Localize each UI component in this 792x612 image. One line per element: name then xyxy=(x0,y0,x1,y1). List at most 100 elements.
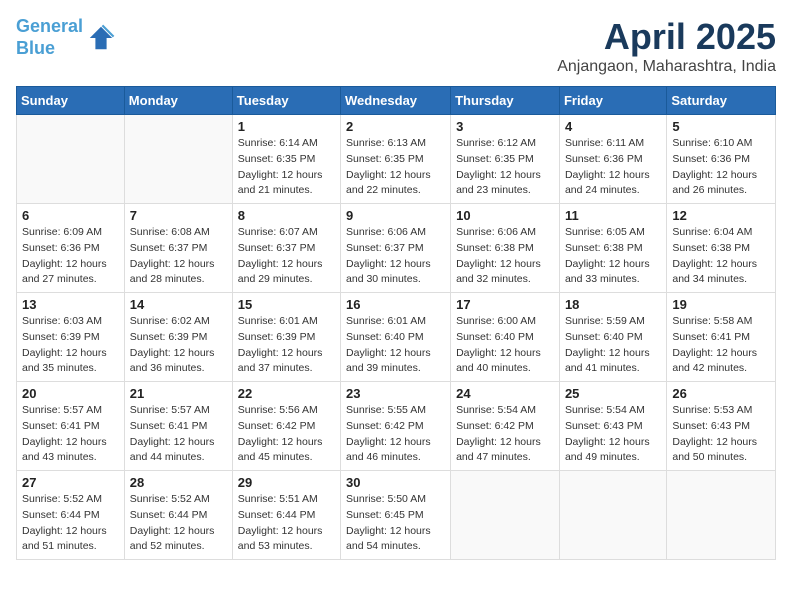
calendar-cell: 21 Sunrise: 5:57 AMSunset: 6:41 PMDayligh… xyxy=(124,382,232,471)
day-info: Sunrise: 6:13 AMSunset: 6:35 PMDaylight:… xyxy=(346,136,445,199)
week-row-3: 13Sunrise: 6:03 AMSunset: 6:39 PMDayligh… xyxy=(17,293,776,382)
calendar-cell xyxy=(124,115,232,204)
calendar-cell: 8 Sunrise: 6:07 AMSunset: 6:37 PMDaylight… xyxy=(232,204,340,293)
day-number: 8 xyxy=(238,208,335,223)
day-number: 21 xyxy=(130,386,227,401)
day-info: Sunrise: 5:55 AMSunset: 6:42 PMDaylight:… xyxy=(346,403,445,466)
day-info: Sunrise: 6:10 AMSunset: 6:36 PMDaylight:… xyxy=(672,136,770,199)
weekday-header-sunday: Sunday xyxy=(17,87,125,115)
calendar-cell: 18 Sunrise: 5:59 AMSunset: 6:40 PMDayligh… xyxy=(559,293,666,382)
day-info: Sunrise: 5:51 AMSunset: 6:44 PMDaylight:… xyxy=(238,492,335,555)
day-number: 28 xyxy=(130,475,227,490)
weekday-header-friday: Friday xyxy=(559,87,666,115)
calendar-cell: 30Sunrise: 5:50 AMSunset: 6:45 PMDayligh… xyxy=(341,471,451,560)
calendar-cell: 9 Sunrise: 6:06 AMSunset: 6:37 PMDaylight… xyxy=(341,204,451,293)
day-info: Sunrise: 5:57 AMSunset: 6:41 PMDaylight:… xyxy=(22,403,119,466)
day-number: 18 xyxy=(565,297,661,312)
logo-text: GeneralBlue xyxy=(16,16,83,59)
day-number: 24 xyxy=(456,386,554,401)
calendar-cell: 17 Sunrise: 6:00 AMSunset: 6:40 PMDayligh… xyxy=(451,293,560,382)
header: GeneralBlue April 2025 Anjangaon, Mahara… xyxy=(16,16,776,76)
day-info: Sunrise: 6:12 AMSunset: 6:35 PMDaylight:… xyxy=(456,136,554,199)
day-info: Sunrise: 5:56 AMSunset: 6:42 PMDaylight:… xyxy=(238,403,335,466)
day-info: Sunrise: 5:54 AMSunset: 6:43 PMDaylight:… xyxy=(565,403,661,466)
day-number: 29 xyxy=(238,475,335,490)
logo: GeneralBlue xyxy=(16,16,115,59)
day-info: Sunrise: 5:52 AMSunset: 6:44 PMDaylight:… xyxy=(22,492,119,555)
weekday-header-thursday: Thursday xyxy=(451,87,560,115)
weekday-header-saturday: Saturday xyxy=(667,87,776,115)
day-info: Sunrise: 6:04 AMSunset: 6:38 PMDaylight:… xyxy=(672,225,770,288)
calendar-cell: 6 Sunrise: 6:09 AMSunset: 6:36 PMDaylight… xyxy=(17,204,125,293)
calendar-cell xyxy=(667,471,776,560)
day-number: 13 xyxy=(22,297,119,312)
day-info: Sunrise: 6:02 AMSunset: 6:39 PMDaylight:… xyxy=(130,314,227,377)
day-number: 9 xyxy=(346,208,445,223)
day-number: 11 xyxy=(565,208,661,223)
day-number: 17 xyxy=(456,297,554,312)
day-number: 3 xyxy=(456,119,554,134)
calendar-table: SundayMondayTuesdayWednesdayThursdayFrid… xyxy=(16,86,776,560)
day-number: 19 xyxy=(672,297,770,312)
day-info: Sunrise: 6:07 AMSunset: 6:37 PMDaylight:… xyxy=(238,225,335,288)
calendar-cell xyxy=(17,115,125,204)
day-number: 15 xyxy=(238,297,335,312)
calendar-cell: 5 Sunrise: 6:10 AMSunset: 6:36 PMDaylight… xyxy=(667,115,776,204)
day-number: 22 xyxy=(238,386,335,401)
day-info: Sunrise: 5:54 AMSunset: 6:42 PMDaylight:… xyxy=(456,403,554,466)
day-info: Sunrise: 5:52 AMSunset: 6:44 PMDaylight:… xyxy=(130,492,227,555)
day-info: Sunrise: 6:14 AMSunset: 6:35 PMDaylight:… xyxy=(238,136,335,199)
day-info: Sunrise: 6:08 AMSunset: 6:37 PMDaylight:… xyxy=(130,225,227,288)
weekday-header-wednesday: Wednesday xyxy=(341,87,451,115)
calendar-cell: 24 Sunrise: 5:54 AMSunset: 6:42 PMDayligh… xyxy=(451,382,560,471)
calendar-cell: 2 Sunrise: 6:13 AMSunset: 6:35 PMDaylight… xyxy=(341,115,451,204)
week-row-1: 1 Sunrise: 6:14 AMSunset: 6:35 PMDaylight… xyxy=(17,115,776,204)
calendar-cell: 11 Sunrise: 6:05 AMSunset: 6:38 PMDayligh… xyxy=(559,204,666,293)
day-number: 12 xyxy=(672,208,770,223)
calendar-cell: 14 Sunrise: 6:02 AMSunset: 6:39 PMDayligh… xyxy=(124,293,232,382)
day-number: 10 xyxy=(456,208,554,223)
calendar-cell: 23 Sunrise: 5:55 AMSunset: 6:42 PMDayligh… xyxy=(341,382,451,471)
calendar-cell: 15Sunrise: 6:01 AMSunset: 6:39 PMDayligh… xyxy=(232,293,340,382)
day-number: 26 xyxy=(672,386,770,401)
day-number: 6 xyxy=(22,208,119,223)
week-row-5: 27 Sunrise: 5:52 AMSunset: 6:44 PMDayligh… xyxy=(17,471,776,560)
day-number: 23 xyxy=(346,386,445,401)
calendar-cell: 3 Sunrise: 6:12 AMSunset: 6:35 PMDaylight… xyxy=(451,115,560,204)
calendar-cell: 16Sunrise: 6:01 AMSunset: 6:40 PMDayligh… xyxy=(341,293,451,382)
day-info: Sunrise: 6:06 AMSunset: 6:37 PMDaylight:… xyxy=(346,225,445,288)
subtitle: Anjangaon, Maharashtra, India xyxy=(557,58,776,76)
day-info: Sunrise: 6:00 AMSunset: 6:40 PMDaylight:… xyxy=(456,314,554,377)
day-info: Sunrise: 6:05 AMSunset: 6:38 PMDaylight:… xyxy=(565,225,661,288)
calendar-cell: 27 Sunrise: 5:52 AMSunset: 6:44 PMDayligh… xyxy=(17,471,125,560)
day-number: 14 xyxy=(130,297,227,312)
day-info: Sunrise: 5:59 AMSunset: 6:40 PMDaylight:… xyxy=(565,314,661,377)
calendar-cell: 25Sunrise: 5:54 AMSunset: 6:43 PMDayligh… xyxy=(559,382,666,471)
calendar-cell: 12 Sunrise: 6:04 AMSunset: 6:38 PMDayligh… xyxy=(667,204,776,293)
calendar-cell xyxy=(451,471,560,560)
day-number: 5 xyxy=(672,119,770,134)
day-number: 2 xyxy=(346,119,445,134)
day-info: Sunrise: 5:57 AMSunset: 6:41 PMDaylight:… xyxy=(130,403,227,466)
day-info: Sunrise: 6:09 AMSunset: 6:36 PMDaylight:… xyxy=(22,225,119,288)
day-number: 1 xyxy=(238,119,335,134)
calendar-cell: 10 Sunrise: 6:06 AMSunset: 6:38 PMDayligh… xyxy=(451,204,560,293)
calendar-cell xyxy=(559,471,666,560)
day-number: 27 xyxy=(22,475,119,490)
title-block: April 2025 Anjangaon, Maharashtra, India xyxy=(557,16,776,76)
calendar-cell: 7 Sunrise: 6:08 AMSunset: 6:37 PMDaylight… xyxy=(124,204,232,293)
day-info: Sunrise: 6:11 AMSunset: 6:36 PMDaylight:… xyxy=(565,136,661,199)
calendar-cell: 26Sunrise: 5:53 AMSunset: 6:43 PMDayligh… xyxy=(667,382,776,471)
day-info: Sunrise: 6:06 AMSunset: 6:38 PMDaylight:… xyxy=(456,225,554,288)
day-number: 20 xyxy=(22,386,119,401)
calendar-cell: 4Sunrise: 6:11 AMSunset: 6:36 PMDaylight… xyxy=(559,115,666,204)
day-info: Sunrise: 5:58 AMSunset: 6:41 PMDaylight:… xyxy=(672,314,770,377)
calendar-cell: 29 Sunrise: 5:51 AMSunset: 6:44 PMDayligh… xyxy=(232,471,340,560)
calendar-cell: 28 Sunrise: 5:52 AMSunset: 6:44 PMDayligh… xyxy=(124,471,232,560)
weekday-header-row: SundayMondayTuesdayWednesdayThursdayFrid… xyxy=(17,87,776,115)
logo-icon xyxy=(87,24,115,52)
calendar-cell: 22 Sunrise: 5:56 AMSunset: 6:42 PMDayligh… xyxy=(232,382,340,471)
day-number: 7 xyxy=(130,208,227,223)
week-row-4: 20 Sunrise: 5:57 AMSunset: 6:41 PMDayligh… xyxy=(17,382,776,471)
day-number: 30 xyxy=(346,475,445,490)
